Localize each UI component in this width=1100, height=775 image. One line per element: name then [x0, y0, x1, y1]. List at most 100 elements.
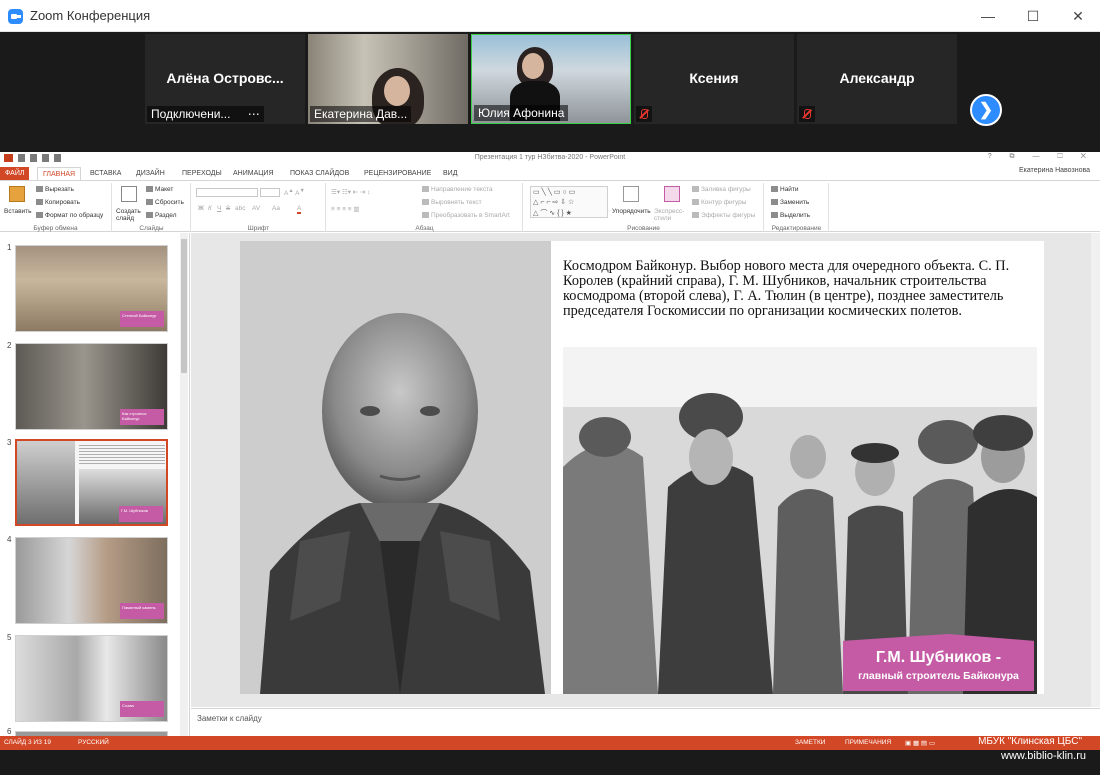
- shape-outline-label: Контур фигуры: [701, 199, 747, 206]
- thumbnail-number: 6: [7, 727, 12, 736]
- tab-transitions[interactable]: ПЕРЕХОДЫ: [177, 167, 227, 180]
- quick-styles-icon[interactable]: [664, 186, 680, 202]
- thumbnail-number: 4: [7, 535, 12, 544]
- replace-icon: [771, 199, 778, 205]
- ppt-window-controls[interactable]: ? ⧉ — ☐ ✕: [988, 153, 1094, 161]
- font-size-dropdown[interactable]: [260, 188, 280, 197]
- tab-home[interactable]: ГЛАВНАЯ: [37, 167, 82, 180]
- slide-thumbnail[interactable]: Как строился Байконур: [15, 343, 168, 430]
- layout-label: Макет: [155, 186, 174, 193]
- tab-insert[interactable]: ВСТАВКА: [85, 167, 126, 180]
- section-button[interactable]: Раздел: [146, 212, 176, 219]
- participant-name: Ксения: [689, 70, 739, 86]
- tab-design[interactable]: ДИЗАЙН: [131, 167, 170, 180]
- portrait-photo[interactable]: [240, 241, 551, 694]
- slide-thumbnail[interactable]: Степной Байконур: [15, 245, 168, 332]
- change-case-button[interactable]: Aa: [272, 205, 280, 212]
- paste-button[interactable]: Вставить: [4, 208, 32, 215]
- shape-outline-button[interactable]: Контур фигуры: [692, 199, 746, 206]
- text-direction-button[interactable]: Направление текста: [422, 186, 493, 193]
- slide-thumbnail[interactable]: Памятный камень: [15, 537, 168, 624]
- participant-tile[interactable]: Александр: [797, 34, 957, 124]
- document-title: Презентация 1 тур НЗбитва-2020 - PowerPo…: [474, 154, 626, 161]
- tab-animation[interactable]: АНИМАЦИЯ: [228, 167, 279, 180]
- slide-photo-caption: Космодром Байконур. Выбор нового места д…: [563, 258, 1010, 319]
- thumbnails-scrollbar[interactable]: [180, 233, 188, 736]
- font-grow-shrink[interactable]: A▲ A▼: [284, 188, 305, 197]
- maximize-button[interactable]: ☐: [1021, 4, 1045, 28]
- strikethrough-button[interactable]: S: [226, 205, 230, 212]
- language-indicator[interactable]: РУССКИЙ: [78, 739, 109, 746]
- replace-button[interactable]: Заменить: [771, 199, 809, 206]
- slide-thumbnail-selected[interactable]: Г.М. Шубников: [15, 439, 168, 526]
- muted-mic-icon: [636, 106, 652, 122]
- copy-button[interactable]: Копировать: [36, 199, 80, 206]
- minimize-button[interactable]: —: [976, 4, 1000, 28]
- participant-caption-text: Подключени...: [151, 107, 231, 121]
- participant-caption: Подключени... ⋯: [147, 106, 264, 122]
- quick-styles-button[interactable]: Экспресс-стили: [654, 208, 688, 222]
- arrange-button[interactable]: Упорядочить: [612, 208, 651, 215]
- text-direction-icon: [422, 186, 429, 192]
- new-slide-icon[interactable]: [121, 186, 137, 202]
- paste-icon[interactable]: [9, 186, 25, 202]
- align-text-button[interactable]: Выровнять текст: [422, 199, 482, 206]
- fill-icon: [692, 186, 699, 192]
- editor-scrollbar[interactable]: [1091, 233, 1100, 707]
- find-button[interactable]: Найти: [771, 186, 799, 193]
- char-spacing-button[interactable]: AV: [252, 205, 260, 212]
- comments-toggle[interactable]: ПРИМЕЧАНИЯ: [845, 739, 891, 746]
- view-buttons[interactable]: ▣ ▦ ▤ ▭: [905, 739, 935, 747]
- tab-file[interactable]: ФАЙЛ: [0, 167, 30, 180]
- smartart-button[interactable]: Преобразовать в SmartArt: [422, 212, 510, 219]
- participant-tile[interactable]: Алёна Островс... Подключени... ⋯: [145, 34, 305, 124]
- copy-label: Копировать: [45, 199, 80, 206]
- banner-title: Г.М. Шубников -: [875, 649, 1002, 666]
- tab-slideshow[interactable]: ПОКАЗ СЛАЙДОВ: [285, 167, 354, 180]
- person-face: [522, 53, 544, 79]
- new-slide-button[interactable]: Создать слайд: [116, 208, 144, 222]
- select-button[interactable]: Выделить: [771, 212, 810, 219]
- drawing-group: ▭ ╲ ╲ ▭ ○ ▭ △ ⌐ ⌐ ⇨ ⇩ ☆ △ ⌒ ∿ { } ★ Упор…: [524, 183, 764, 232]
- slide-thumbnail[interactable]: Слава: [15, 635, 168, 722]
- participant-tile[interactable]: Ксения: [634, 34, 794, 124]
- bullets-buttons[interactable]: ☰▾ ☷▾ ⇤ ⇥ ↕: [331, 188, 371, 196]
- shapes-gallery[interactable]: ▭ ╲ ╲ ▭ ○ ▭ △ ⌐ ⌐ ⇨ ⇩ ☆ △ ⌒ ∿ { } ★: [530, 186, 608, 218]
- layout-button[interactable]: Макет: [146, 186, 173, 193]
- shape-effects-button[interactable]: Эффекты фигуры: [692, 212, 755, 219]
- scissors-icon: [36, 186, 43, 192]
- person-face: [384, 76, 410, 106]
- format-painter-button[interactable]: Формат по образцу: [36, 212, 103, 219]
- close-button[interactable]: ✕: [1066, 4, 1090, 28]
- current-slide[interactable]: Космодром Байконур. Выбор нового места д…: [240, 241, 1044, 694]
- italic-button[interactable]: К: [208, 205, 212, 212]
- underline-button[interactable]: Ч: [217, 205, 221, 212]
- shape-effects-label: Эффекты фигуры: [701, 212, 756, 219]
- participants-strip: Алёна Островс... Подключени... ⋯ Екатери…: [0, 32, 1100, 152]
- alignment-buttons[interactable]: ≡ ≡ ≡ ≡ ▥: [331, 205, 360, 213]
- participant-video-tile[interactable]: Екатерина Дав...: [308, 34, 468, 124]
- reset-button[interactable]: Сбросить: [146, 199, 184, 206]
- status-bar: СЛАЙД 3 ИЗ 19 РУССКИЙ ЗАМЕТКИ ПРИМЕЧАНИЯ…: [0, 736, 1100, 750]
- notes-pane[interactable]: Заметки к слайду: [191, 708, 1100, 736]
- user-account[interactable]: Екатерина Навознова: [1019, 167, 1090, 174]
- shadow-button[interactable]: abc: [235, 205, 245, 212]
- tab-view[interactable]: ВИД: [438, 167, 462, 180]
- cut-button[interactable]: Вырезать: [36, 186, 74, 193]
- participant-video-tile-active-speaker[interactable]: Юлия Афонина: [471, 34, 631, 124]
- clipboard-group: Вставить Вырезать Копировать Формат по о…: [0, 183, 112, 232]
- font-color-button[interactable]: A: [297, 205, 302, 214]
- arrange-icon[interactable]: [623, 186, 639, 202]
- find-label: Найти: [780, 186, 799, 193]
- thumbnail-tag: Степной Байконур: [120, 311, 164, 327]
- bold-button[interactable]: Ж: [198, 205, 204, 212]
- slide-thumbnails-pane: 1 Степной Байконур 2 Как строился Байкон…: [0, 233, 190, 736]
- powerpoint-window: Презентация 1 тур НЗбитва-2020 - PowerPo…: [0, 152, 1100, 750]
- watermark-organization: МБУК "Клинская ЦБС": [978, 736, 1082, 747]
- tab-review[interactable]: РЕЦЕНЗИРОВАНИЕ: [359, 167, 436, 180]
- thumbnails-scrollbar-thumb[interactable]: [181, 239, 187, 373]
- notes-toggle[interactable]: ЗАМЕТКИ: [795, 739, 825, 746]
- shape-fill-button[interactable]: Заливка фигуры: [692, 186, 751, 193]
- font-family-dropdown[interactable]: [196, 188, 258, 197]
- next-page-arrow-button[interactable]: ❯: [970, 94, 1002, 126]
